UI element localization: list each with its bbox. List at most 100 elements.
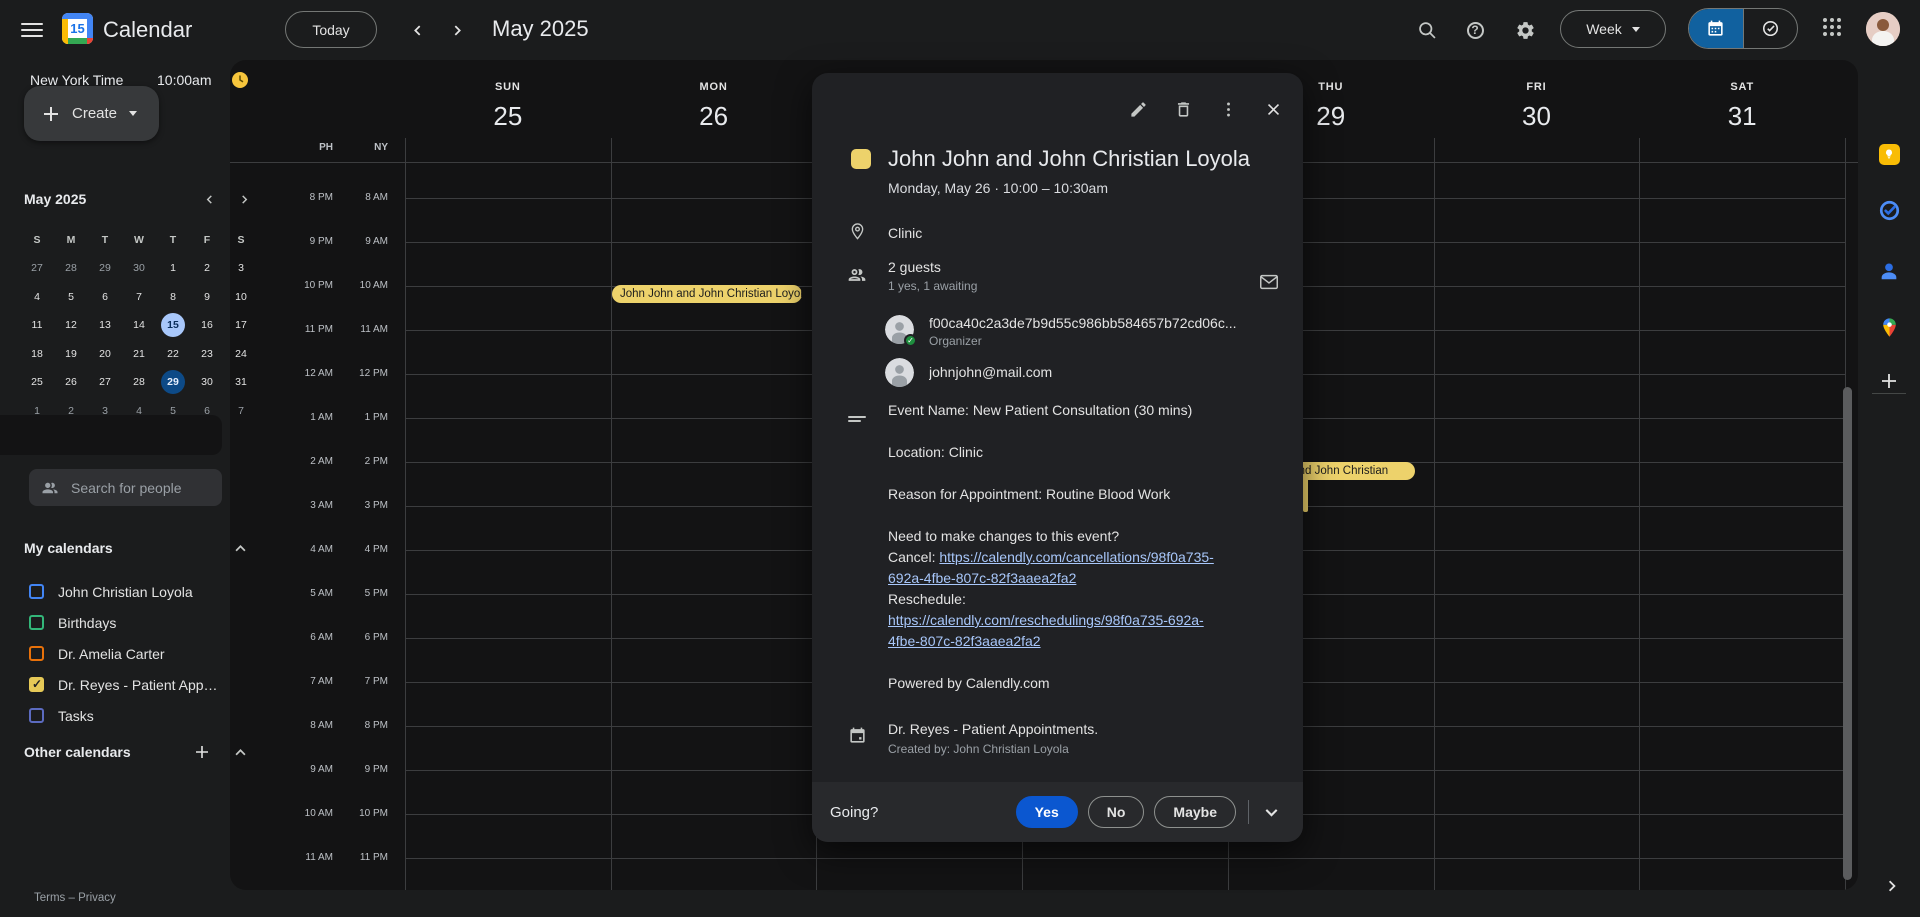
mini-calendar-day[interactable]: 21 xyxy=(122,340,156,369)
day-number[interactable]: 30 xyxy=(1522,101,1551,132)
search-icon[interactable] xyxy=(1413,16,1441,44)
calendar-list-item[interactable]: Dr. Reyes - Patient Appointments. xyxy=(0,669,230,700)
calendar-checkbox[interactable] xyxy=(29,708,44,723)
delete-event-icon[interactable] xyxy=(1167,93,1199,125)
mini-calendar-day[interactable]: 30 xyxy=(122,254,156,283)
mini-calendar-day[interactable]: 29 xyxy=(156,368,190,397)
mini-calendar-day[interactable]: 30 xyxy=(190,368,224,397)
mini-calendar-day[interactable]: 25 xyxy=(20,368,54,397)
mini-calendar-day[interactable]: 2 xyxy=(190,254,224,283)
mini-calendar-day[interactable]: 10 xyxy=(224,283,258,312)
main-menu-icon[interactable] xyxy=(21,18,43,42)
calendar-view-toggle[interactable] xyxy=(1689,9,1743,48)
mini-calendar-day[interactable]: 7 xyxy=(122,283,156,312)
next-week-icon[interactable] xyxy=(445,18,469,42)
search-for-people-input[interactable]: Search for people xyxy=(29,469,222,506)
settings-gear-icon[interactable] xyxy=(1511,16,1539,44)
calendar-list-item[interactable]: Dr. Amelia Carter xyxy=(0,638,230,669)
mini-calendar-day[interactable]: 16 xyxy=(190,311,224,340)
mini-calendar-day[interactable]: 15 xyxy=(156,311,190,340)
calendar-list-item[interactable]: Birthdays xyxy=(0,607,230,638)
mini-calendar-day[interactable]: 4 xyxy=(20,283,54,312)
mini-calendar-day[interactable]: 3 xyxy=(224,254,258,283)
mini-calendar-day[interactable]: 20 xyxy=(88,340,122,369)
mini-calendar-day[interactable]: 8 xyxy=(156,283,190,312)
day-header[interactable]: FRI 30 xyxy=(1434,60,1640,138)
help-icon[interactable]: ? xyxy=(1461,16,1489,44)
day-number[interactable]: 26 xyxy=(699,101,728,132)
day-number[interactable]: 25 xyxy=(493,101,522,132)
calendar-checkbox[interactable] xyxy=(29,615,44,630)
mini-calendar-day[interactable]: 22 xyxy=(156,340,190,369)
mini-calendar-day[interactable]: 28 xyxy=(54,254,88,283)
calendar-label: Tasks xyxy=(58,708,94,724)
avatar xyxy=(885,358,914,387)
hour-row[interactable]: 11 AM 11 PM xyxy=(230,858,1858,890)
mini-calendar-day[interactable]: 29 xyxy=(88,254,122,283)
contacts-icon[interactable] xyxy=(1877,259,1901,283)
rsvp-no-button[interactable]: No xyxy=(1088,796,1145,828)
mini-calendar-day[interactable]: 17 xyxy=(224,311,258,340)
get-add-ons-icon[interactable] xyxy=(1877,369,1901,393)
mini-calendar-day[interactable]: 12 xyxy=(54,311,88,340)
mini-calendar-day[interactable]: 23 xyxy=(190,340,224,369)
rsvp-yes-button[interactable]: Yes xyxy=(1016,796,1078,828)
mini-calendar-day[interactable]: 19 xyxy=(54,340,88,369)
attendee-row-guest[interactable]: johnjohn@mail.com xyxy=(885,358,1052,387)
vertical-scrollbar[interactable] xyxy=(1843,387,1852,880)
mini-calendar-day[interactable]: 11 xyxy=(20,311,54,340)
edit-event-icon[interactable] xyxy=(1122,93,1154,125)
terms-privacy-links[interactable]: Terms – Privacy xyxy=(34,892,116,904)
mini-calendar-day[interactable]: 9 xyxy=(190,283,224,312)
day-header[interactable]: MON 26 xyxy=(611,60,817,138)
day-header[interactable]: SAT 31 xyxy=(1639,60,1845,138)
close-icon[interactable] xyxy=(1257,93,1289,125)
tasks-icon[interactable] xyxy=(1877,198,1901,222)
create-button[interactable]: Create xyxy=(24,86,159,141)
email-guests-icon[interactable] xyxy=(1256,269,1282,295)
mini-calendar-prev-icon[interactable] xyxy=(198,188,220,210)
google-apps-icon[interactable] xyxy=(1823,18,1841,36)
keep-icon[interactable] xyxy=(1877,142,1901,166)
collapse-other-calendars-icon[interactable] xyxy=(229,741,251,763)
maps-icon[interactable] xyxy=(1877,315,1901,339)
add-other-calendar-icon[interactable] xyxy=(191,741,213,763)
event-chip-partially-hidden[interactable] xyxy=(1303,478,1308,512)
mini-calendar-day[interactable]: 27 xyxy=(20,254,54,283)
day-number[interactable]: 29 xyxy=(1316,101,1345,132)
mini-calendar-day[interactable]: 18 xyxy=(20,340,54,369)
calendar-list-item[interactable]: John Christian Loyola xyxy=(0,576,230,607)
calendar-logo-icon[interactable]: 15 xyxy=(62,13,93,44)
calendar-checkbox[interactable] xyxy=(29,584,44,599)
tasks-view-toggle[interactable] xyxy=(1743,9,1798,48)
collapse-my-calendars-icon[interactable] xyxy=(229,537,251,559)
mini-calendar-day[interactable]: 7 xyxy=(224,397,258,426)
calendar-checkbox[interactable] xyxy=(29,677,44,692)
attendee-row-organizer[interactable]: f00ca40c2a3de7b9d55c986bb584657b72cd06c.… xyxy=(885,315,1237,348)
view-selector-dropdown[interactable]: Week xyxy=(1560,10,1666,48)
mini-calendar-day[interactable]: 24 xyxy=(224,340,258,369)
day-header[interactable]: SUN 25 xyxy=(405,60,611,138)
previous-week-icon[interactable] xyxy=(405,18,429,42)
mini-calendar-next-icon[interactable] xyxy=(233,188,255,210)
calendar-checkbox[interactable] xyxy=(29,646,44,661)
rsvp-maybe-button[interactable]: Maybe xyxy=(1154,796,1236,828)
account-avatar[interactable] xyxy=(1866,12,1900,46)
reschedule-link[interactable]: https://calendly.com/reschedulings/98f0a… xyxy=(888,612,1204,649)
today-button[interactable]: Today xyxy=(285,11,377,48)
calendar-list-item[interactable]: Tasks xyxy=(0,700,230,731)
mini-calendar-day[interactable]: 1 xyxy=(156,254,190,283)
more-options-icon[interactable] xyxy=(1212,93,1244,125)
mini-calendar-day[interactable]: 31 xyxy=(224,368,258,397)
mini-calendar-day[interactable]: 5 xyxy=(54,283,88,312)
mini-calendar-day[interactable]: 28 xyxy=(122,368,156,397)
mini-calendar-day[interactable]: 6 xyxy=(88,283,122,312)
mini-calendar-day[interactable]: 14 xyxy=(122,311,156,340)
hide-side-panel-icon[interactable] xyxy=(1880,874,1904,898)
mini-calendar-day[interactable]: 13 xyxy=(88,311,122,340)
mini-calendar-day[interactable]: 26 xyxy=(54,368,88,397)
event-chip-monday[interactable]: John John and John Christian Loyola xyxy=(612,285,802,303)
rsvp-more-options-icon[interactable] xyxy=(1255,796,1287,828)
mini-calendar-day[interactable]: 27 xyxy=(88,368,122,397)
day-number[interactable]: 31 xyxy=(1728,101,1757,132)
